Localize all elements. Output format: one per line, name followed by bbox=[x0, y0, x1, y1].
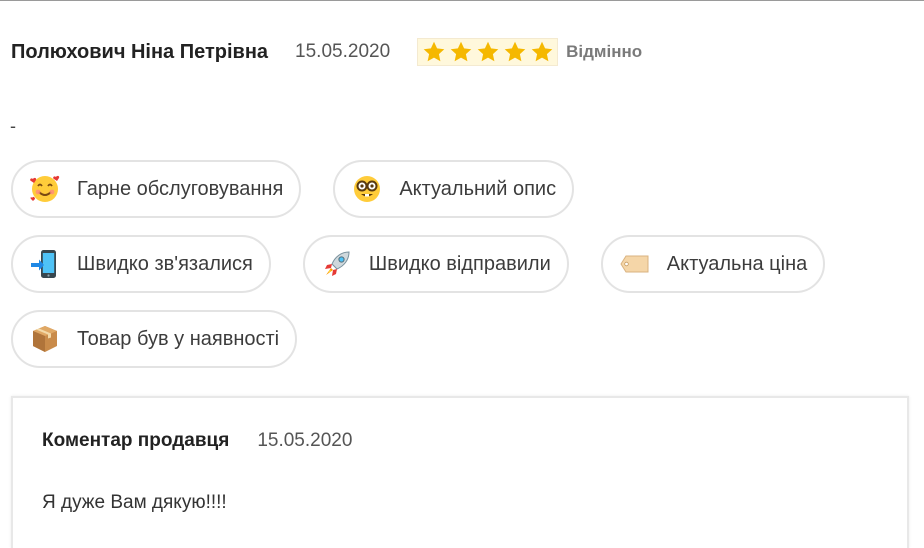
review-author: Полюхович Ніна Петрівна bbox=[11, 40, 269, 63]
rating-label: Відмінно bbox=[566, 42, 643, 61]
seller-reply: Коментар продавця 15.05.2020 Я дуже Вам … bbox=[11, 396, 909, 548]
smiling-face-with-hearts-icon bbox=[29, 173, 61, 205]
tag-label: Актуальна ціна bbox=[666, 252, 808, 275]
review-text: - bbox=[10, 116, 16, 136]
tag-in-stock: Товар був у наявності bbox=[11, 310, 298, 368]
review-tags: Гарне обслуговування Актуальний опис Шви… bbox=[11, 160, 911, 385]
tag-row: Гарне обслуговування Актуальний опис bbox=[11, 160, 911, 218]
package-icon bbox=[29, 323, 61, 355]
review-date: 15.05.2020 bbox=[295, 41, 391, 62]
tag-accurate-price: Актуальна ціна bbox=[600, 235, 826, 293]
seller-reply-text: Я дуже Вам дякую!!!! bbox=[42, 492, 227, 513]
tag-label: Швидко відправили bbox=[368, 252, 551, 275]
star-icon bbox=[449, 40, 473, 64]
nerd-face-icon bbox=[351, 173, 383, 205]
tag-accurate-description: Актуальний опис bbox=[333, 160, 575, 218]
review-header: Полюхович Ніна Петрівна 15.05.2020 Відмі… bbox=[11, 36, 642, 68]
tag-label: Гарне обслуговування bbox=[77, 177, 284, 200]
rating-stars bbox=[417, 38, 559, 66]
star-icon bbox=[503, 40, 527, 64]
rocket-icon bbox=[321, 248, 353, 280]
tag-good-service: Гарне обслуговування bbox=[11, 160, 302, 218]
top-divider bbox=[0, 0, 924, 1]
seller-reply-title: Коментар продавця bbox=[42, 430, 230, 451]
tag-label: Товар був у наявності bbox=[77, 327, 280, 350]
price-tag-icon bbox=[619, 248, 651, 280]
tag-quick-contact: Швидко зв'язалися bbox=[11, 235, 271, 293]
tag-label: Швидко зв'язалися bbox=[77, 252, 253, 275]
tag-label: Актуальний опис bbox=[399, 177, 557, 200]
seller-reply-date: 15.05.2020 bbox=[257, 430, 353, 451]
star-icon bbox=[476, 40, 500, 64]
tag-quick-shipping: Швидко відправили bbox=[302, 235, 569, 293]
star-icon bbox=[530, 40, 554, 64]
seller-reply-header: Коментар продавця 15.05.2020 bbox=[42, 430, 352, 452]
tag-row: Швидко зв'язалися Швидко відправили Акту… bbox=[11, 235, 911, 293]
star-icon bbox=[422, 40, 446, 64]
mobile-phone-arrow-icon bbox=[29, 248, 61, 280]
tag-row: Товар був у наявності bbox=[11, 310, 911, 368]
